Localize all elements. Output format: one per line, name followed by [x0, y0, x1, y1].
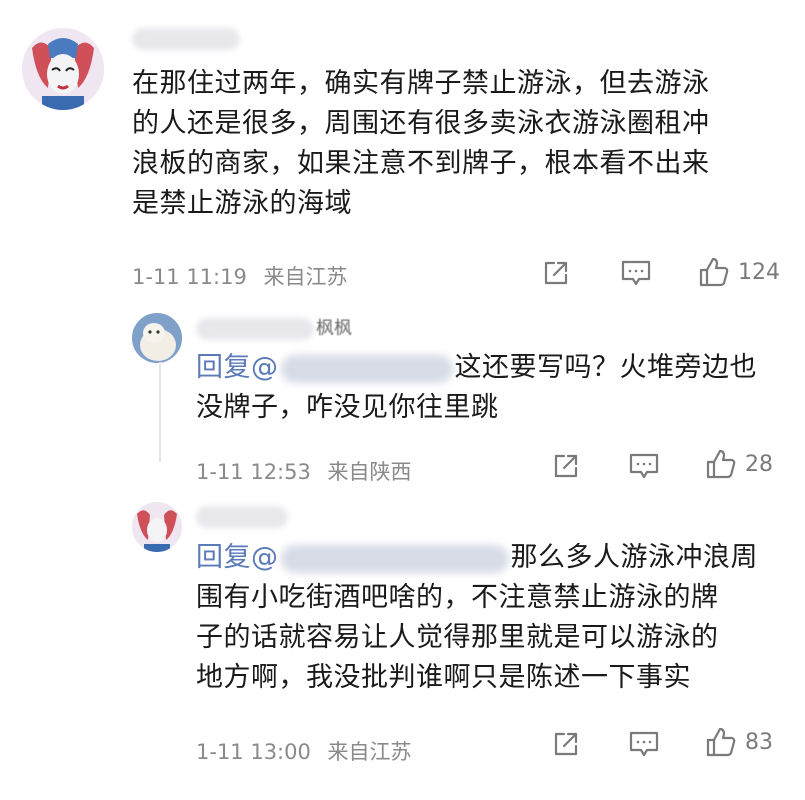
location: 来自江苏	[327, 740, 412, 764]
avatar[interactable]	[22, 28, 104, 110]
thread-line	[159, 362, 161, 462]
reply-button[interactable]	[620, 258, 652, 288]
reply-text: 回复@ 这还要写吗？火堆旁边也 没牌子，咋没见你往里跳	[196, 348, 757, 428]
like-count: 28	[745, 451, 773, 477]
like-icon	[699, 257, 729, 287]
blurred-username	[280, 544, 509, 573]
timestamp: 1-11 12:53	[196, 460, 311, 484]
username-visible[interactable]: 枫枫	[316, 314, 352, 340]
reply-line: 子的话就容易让人觉得那里就是可以游泳的	[196, 622, 719, 653]
share-button[interactable]	[541, 258, 571, 288]
comment-meta: 1-11 11:19 来自江苏	[132, 261, 348, 291]
username[interactable]	[196, 506, 288, 528]
comment-meta: 1-11 12:53 来自陕西	[196, 456, 412, 486]
reply-text-rest: 这还要写吗？火堆旁边也	[454, 352, 757, 383]
reply-mention[interactable]: 回复@	[196, 542, 279, 573]
reply-text: 回复@ 那么多人游泳冲浪周 围有小吃街酒吧啥的，不注意禁止游泳的牌 子的话就容易让…	[196, 538, 758, 698]
reply-button[interactable]	[628, 451, 660, 481]
reply-button[interactable]	[628, 729, 660, 759]
blurred-username	[280, 354, 453, 383]
comment-text: 在那住过两年，确实有牌子禁止游泳，但去游泳 的人还是很多，周围还有很多卖泳衣游泳…	[132, 64, 710, 224]
username[interactable]	[196, 318, 314, 340]
comment-icon	[629, 453, 659, 479]
comment-icon	[621, 260, 651, 286]
reply-line: 围有小吃街酒吧啥的，不注意禁止游泳的牌	[196, 582, 719, 613]
reply-mention[interactable]: 回复@	[196, 352, 279, 383]
username[interactable]	[132, 28, 240, 50]
reply-text-rest: 那么多人游泳冲浪周	[510, 542, 758, 573]
like-count: 124	[738, 259, 780, 285]
like-button[interactable]: 28	[705, 448, 773, 480]
location: 来自江苏	[263, 265, 348, 289]
share-icon	[554, 732, 578, 756]
like-button[interactable]: 124	[698, 256, 780, 288]
like-icon	[706, 449, 736, 479]
reply-line: 地方啊，我没批判谁啊只是陈述一下事实	[196, 662, 691, 693]
comment-icon	[629, 731, 659, 757]
comment-line: 在那住过两年，确实有牌子禁止游泳，但去游泳	[132, 68, 710, 99]
avatar[interactable]	[132, 313, 182, 363]
share-icon	[554, 454, 578, 478]
comment-line: 是禁止游泳的海域	[132, 188, 352, 219]
timestamp: 1-11 11:19	[132, 265, 247, 289]
comment-line: 的人还是很多，周围还有很多卖泳衣游泳圈租冲	[132, 108, 710, 139]
like-icon	[706, 727, 736, 757]
reply-line: 回复@ 这还要写吗？火堆旁边也	[196, 348, 757, 388]
reply-line: 没牌子，咋没见你往里跳	[196, 392, 499, 423]
like-button[interactable]: 83	[705, 726, 773, 758]
comment-line: 浪板的商家，如果注意不到牌子，根本看不出来	[132, 148, 710, 179]
like-count: 83	[745, 729, 773, 755]
comment-meta: 1-11 13:00 来自江苏	[196, 736, 412, 766]
avatar[interactable]	[132, 502, 182, 552]
share-icon	[544, 261, 568, 285]
reply-line: 回复@ 那么多人游泳冲浪周	[196, 538, 758, 578]
timestamp: 1-11 13:00	[196, 740, 311, 764]
share-button[interactable]	[551, 729, 581, 759]
location: 来自陕西	[327, 460, 412, 484]
share-button[interactable]	[551, 451, 581, 481]
